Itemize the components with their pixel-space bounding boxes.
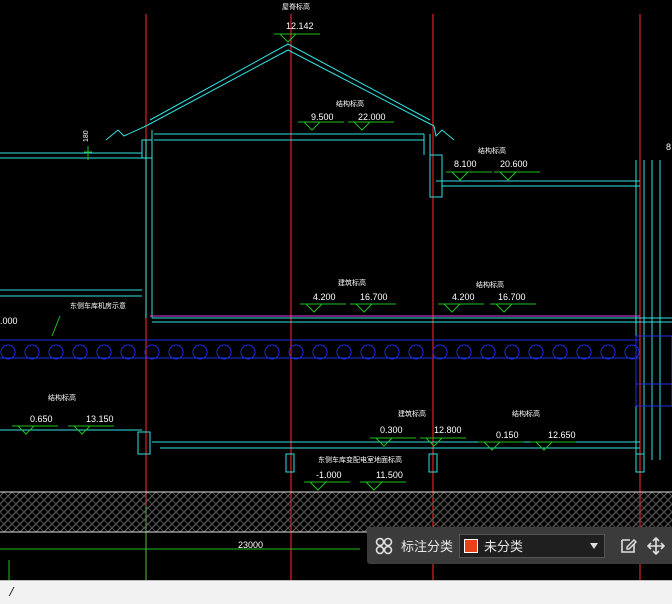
ridge-value: 12.142 <box>286 21 314 31</box>
cad-drawing-canvas[interactable]: 屋脊标高 12.142 结构标高 9.500 22.000 结构标高 8.100… <box>0 0 672 580</box>
grid-icon[interactable] <box>371 533 397 559</box>
floor-label-v1: 4.200 <box>313 292 336 302</box>
move-icon[interactable] <box>643 533 669 559</box>
edit-icon[interactable] <box>615 533 641 559</box>
slab-void <box>552 344 568 360</box>
lower-label-v1: 0.650 <box>30 414 53 424</box>
slab-void <box>408 344 424 360</box>
lower-label-v2: 12.650 <box>548 430 576 440</box>
lower-label-v2: 13.150 <box>86 414 114 424</box>
lower-label-v1: 0.300 <box>380 425 403 435</box>
roof-label-v2: 22.000 <box>358 112 386 122</box>
slab-void <box>336 344 352 360</box>
building-section <box>0 43 672 473</box>
slab-void <box>576 344 592 360</box>
slab-void <box>240 344 256 360</box>
slab-void <box>24 344 40 360</box>
lower-label-v2: 12.800 <box>434 425 462 435</box>
slab-void <box>192 344 208 360</box>
slab <box>0 335 672 407</box>
slab-void <box>360 344 376 360</box>
basement-title: 东侧车库变配电室地面标高 <box>318 455 402 464</box>
slab-void <box>600 344 616 360</box>
partial-label: 8 <box>666 142 671 152</box>
command-line <box>0 580 672 604</box>
slab-void <box>0 344 16 360</box>
basement-v2: 11.500 <box>376 470 403 480</box>
floor-label-title: 结构标高 <box>476 280 504 289</box>
total-dimension: 23000 <box>238 540 263 550</box>
lower-label-title: 建筑标高 <box>398 409 426 418</box>
left-value: .000 <box>0 316 18 326</box>
roof-label-title: 结构标高 <box>478 146 506 155</box>
slab-void <box>144 344 160 360</box>
lower-label-title: 结构标高 <box>512 409 540 418</box>
chevron-down-icon <box>590 542 599 549</box>
slab-void <box>264 344 280 360</box>
floor-label-v2: 16.700 <box>498 292 526 302</box>
slab-void <box>216 344 232 360</box>
command-input[interactable] <box>6 583 670 603</box>
ground-hatch <box>0 491 672 533</box>
slab-void <box>72 344 88 360</box>
slab-void <box>480 344 496 360</box>
roof-label-title: 结构标高 <box>336 99 364 108</box>
roof-label-v2: 20.600 <box>500 159 528 169</box>
slab-void <box>456 344 472 360</box>
floor-label-v1: 4.200 <box>452 292 475 302</box>
slab-void <box>96 344 112 360</box>
slab-void <box>120 344 136 360</box>
annotation-toolbar: 标注分类 未分类 <box>367 527 672 564</box>
floor-label-title: 建筑标高 <box>338 278 366 287</box>
slab-voids <box>0 344 640 360</box>
annotation-category-label: 标注分类 <box>401 539 454 554</box>
slab-void <box>504 344 520 360</box>
slab-void <box>384 344 400 360</box>
ridge-title: 屋脊标高 <box>282 2 310 11</box>
lower-label-v1: 0.150 <box>496 430 519 440</box>
floor-label-v2: 16.700 <box>360 292 388 302</box>
basement-v1: -1.000 <box>316 470 342 480</box>
dimension-label: 180 <box>83 130 90 142</box>
roof-label-v1: 8.100 <box>454 159 477 169</box>
slab-void <box>528 344 544 360</box>
roof-label-v1: 9.500 <box>311 112 334 122</box>
slab-void <box>312 344 328 360</box>
slab-void <box>624 344 640 360</box>
slab-void <box>48 344 64 360</box>
lower-label-title: 结构标高 <box>48 393 76 402</box>
slab-void <box>432 344 448 360</box>
category-dropdown[interactable]: 未分类 <box>459 533 606 558</box>
category-color-swatch <box>464 538 479 553</box>
side-note: 东侧车库机房示意 <box>70 301 126 310</box>
category-value: 未分类 <box>484 539 524 554</box>
slab-void <box>168 344 184 360</box>
